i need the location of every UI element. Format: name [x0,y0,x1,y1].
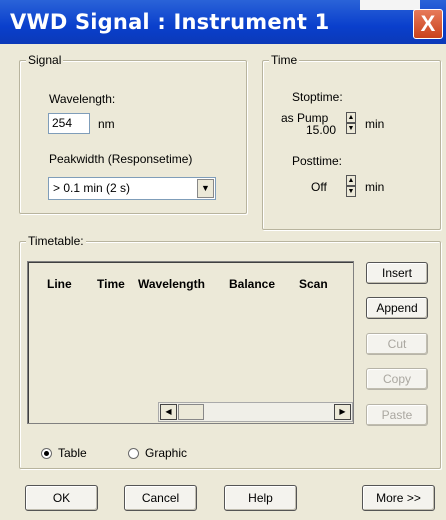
scroll-left-icon[interactable]: ◀ [160,404,177,420]
background-window-strip [360,0,420,10]
wavelength-label: Wavelength: [49,92,116,106]
column-header-scan[interactable]: Scan [299,277,328,291]
append-button[interactable]: Append [366,297,428,319]
graphic-radio[interactable] [128,448,139,459]
column-header-line[interactable]: Line [47,277,72,291]
timetable-list[interactable]: Line Time Wavelength Balance Scan ◀ ▶ [27,261,354,424]
column-header-time[interactable]: Time [97,277,125,291]
ok-button[interactable]: OK [25,485,98,511]
time-group: Time [262,53,441,230]
insert-button[interactable]: Insert [366,262,428,284]
column-header-wavelength[interactable]: Wavelength [138,277,205,291]
stoptime-spinner[interactable]: ▲ ▼ [346,112,356,134]
posttime-value: Off [311,180,327,194]
wavelength-unit: nm [98,117,115,131]
copy-button[interactable]: Copy [366,368,428,390]
table-radio-label[interactable]: Table [58,446,87,460]
graphic-radio-label[interactable]: Graphic [145,446,187,460]
timetable-group-label: Timetable: [26,234,86,248]
posttime-unit: min [365,180,385,194]
peakwidth-label: Peakwidth (Responsetime) [49,152,193,166]
more-button[interactable]: More >> [362,485,435,511]
spin-down-icon[interactable]: ▼ [346,123,356,134]
column-header-balance[interactable]: Balance [229,277,275,291]
help-button[interactable]: Help [224,485,297,511]
posttime-label: Posttime: [292,154,343,168]
peakwidth-value: > 0.1 min (2 s) [53,181,131,195]
posttime-spinner[interactable]: ▲ ▼ [346,175,356,197]
spin-up-icon[interactable]: ▲ [346,175,356,186]
stoptime-value: 15.00 [306,123,337,137]
peakwidth-select[interactable]: > 0.1 min (2 s) ▼ [48,177,216,200]
horizontal-scrollbar[interactable]: ◀ ▶ [158,402,353,422]
cut-button[interactable]: Cut [366,333,428,355]
cancel-button[interactable]: Cancel [124,485,197,511]
close-button[interactable]: X [413,9,443,39]
signal-group-label: Signal [26,53,64,67]
time-group-label: Time [269,53,300,67]
window-title: VWD Signal : Instrument 1 [10,10,330,34]
radio-selected-dot [44,451,49,456]
stoptime-label: Stoptime: [292,90,343,104]
dropdown-arrow-icon[interactable]: ▼ [197,179,214,198]
spin-down-icon[interactable]: ▼ [346,186,356,197]
paste-button[interactable]: Paste [366,404,428,426]
scroll-right-icon[interactable]: ▶ [334,404,351,420]
spin-up-icon[interactable]: ▲ [346,112,356,123]
stoptime-unit: min [365,117,385,131]
scroll-thumb[interactable] [178,404,204,420]
table-radio[interactable] [41,448,52,459]
wavelength-input[interactable]: 254 [48,113,90,134]
